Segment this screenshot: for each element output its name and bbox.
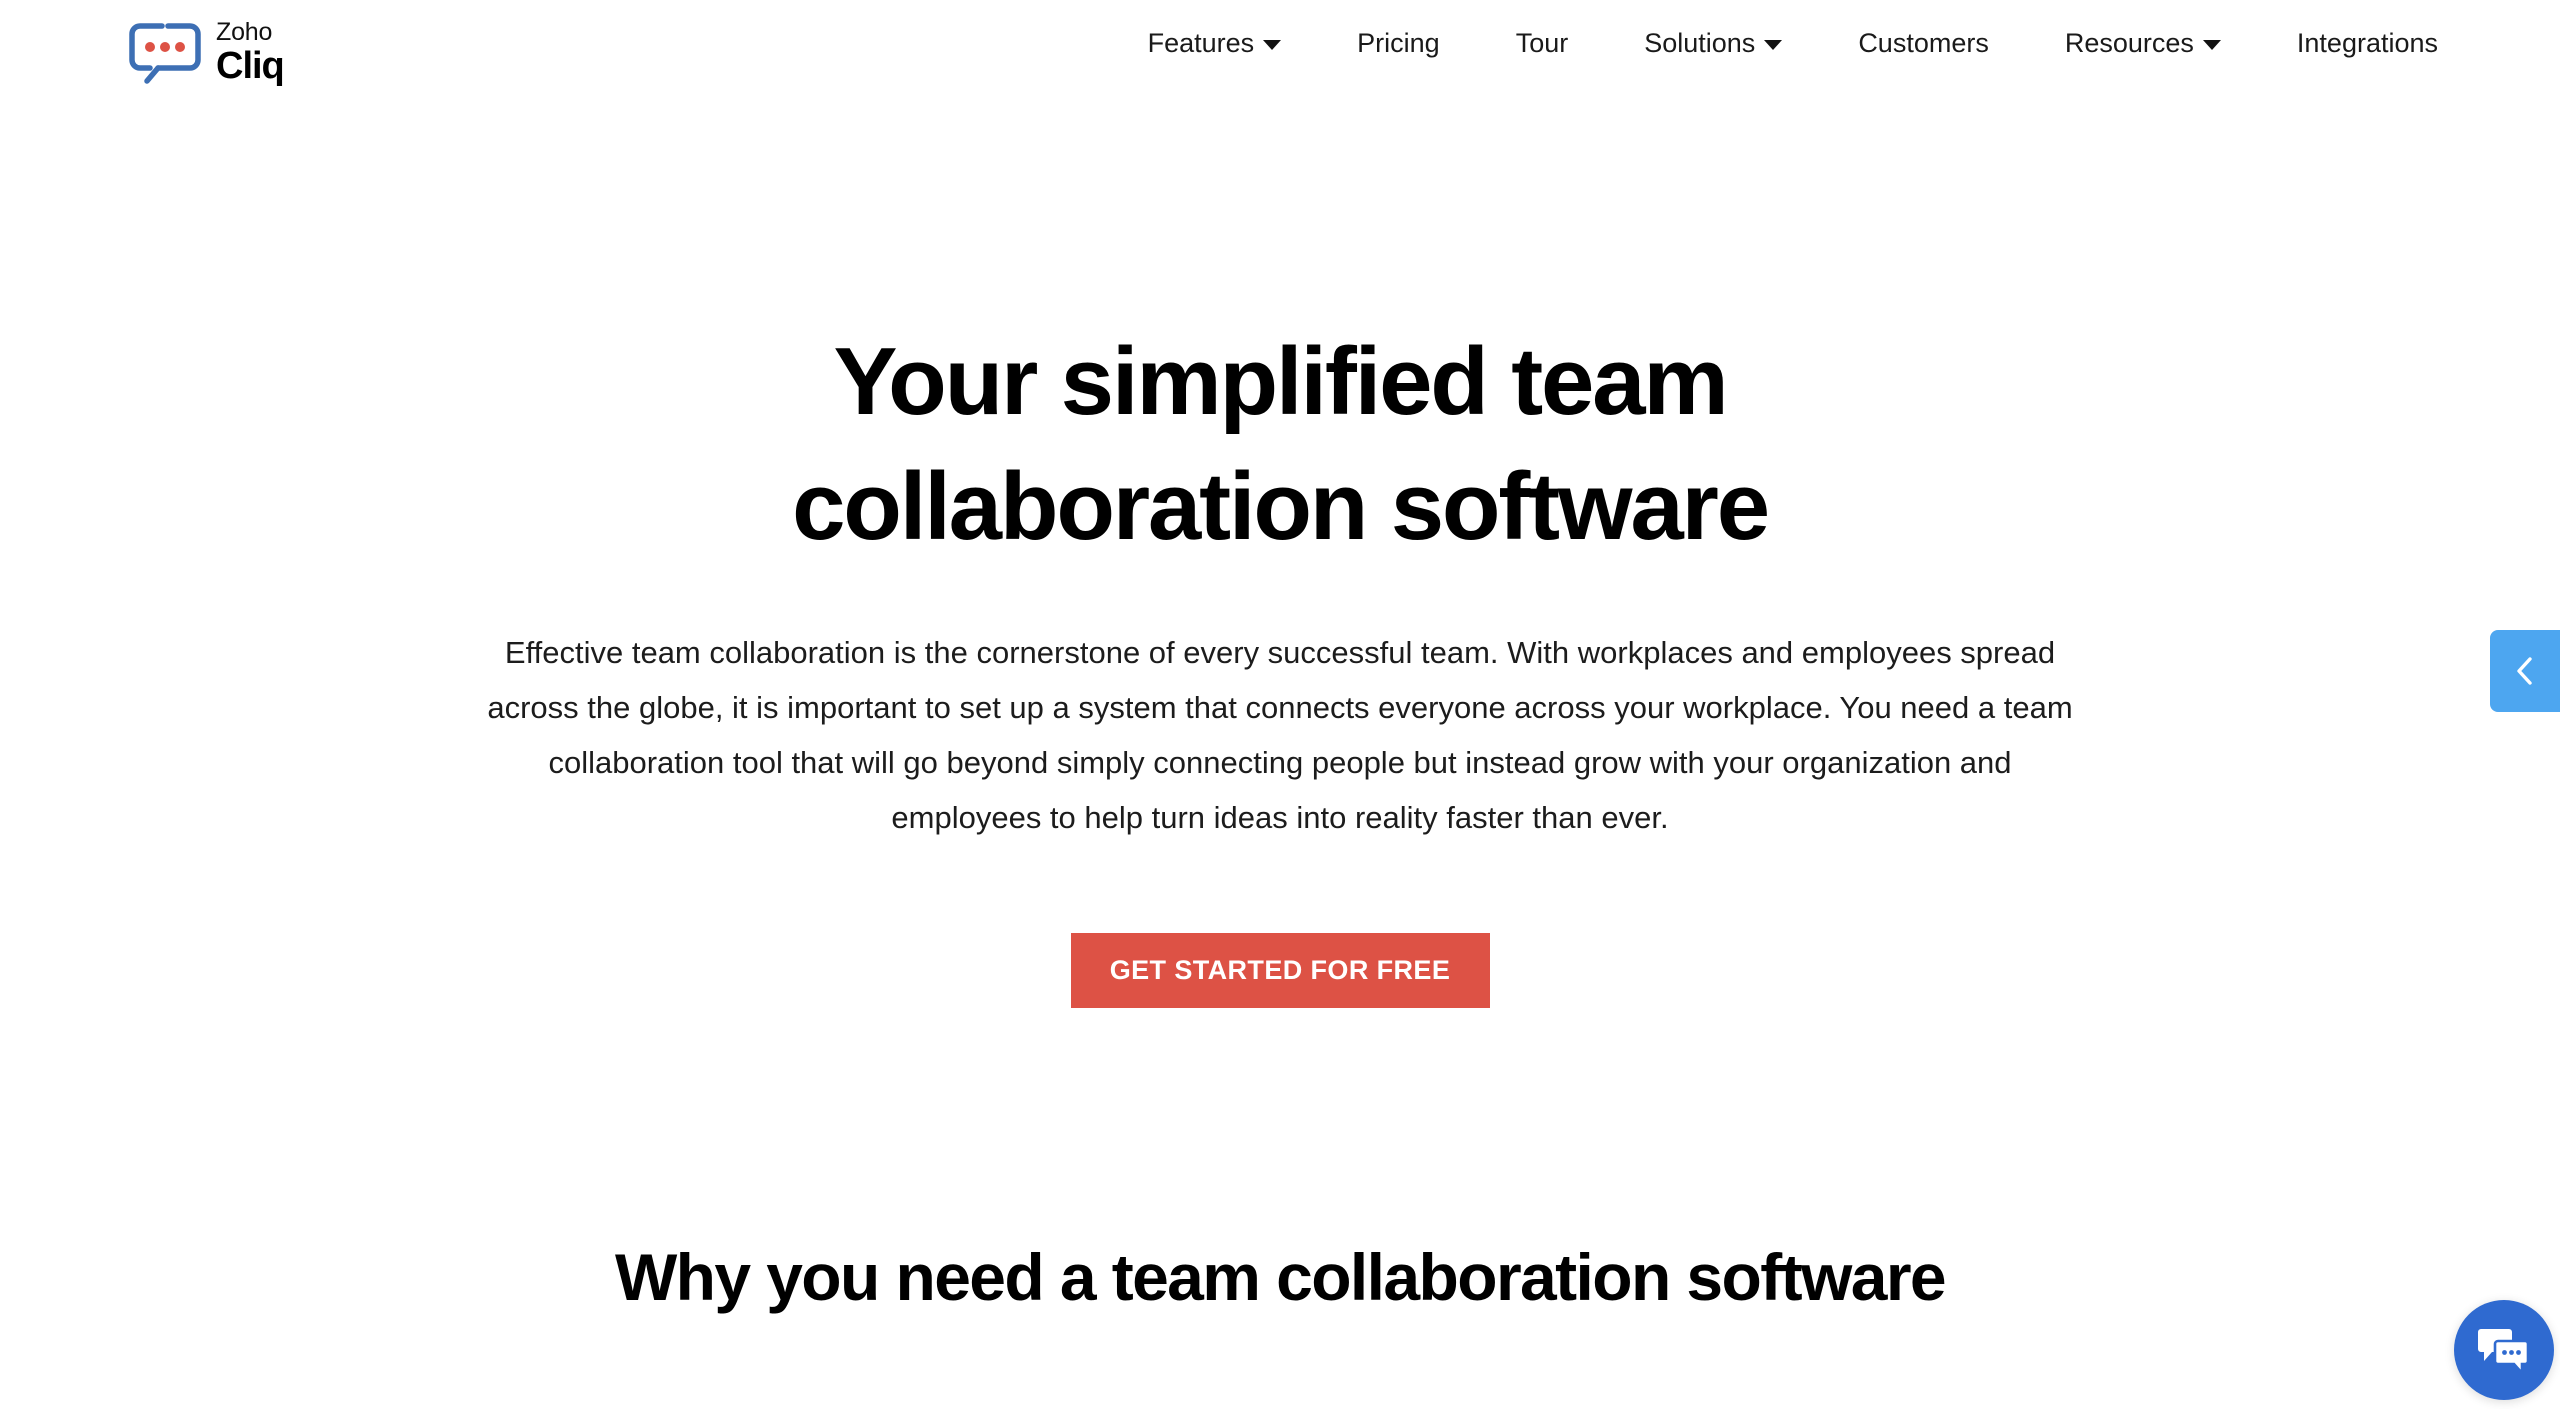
nav-item-features[interactable]: Features	[1110, 26, 1320, 60]
nav-item-integrations[interactable]: Integrations	[2259, 26, 2438, 60]
why-you-need-section: Why you need a team collaboration softwa…	[0, 1236, 2560, 1319]
brand-wordmark: Zoho Cliq	[216, 18, 285, 87]
brand-name-zoho: Zoho	[216, 18, 273, 46]
chevron-down-icon	[2202, 40, 2221, 50]
chat-widget-button[interactable]	[2454, 1300, 2554, 1400]
side-panel-toggle-tab[interactable]	[2490, 630, 2560, 712]
site-header: Zoho Cliq Features Pricing Tour Solution…	[0, 0, 2560, 100]
page-title: Your simplified team collaboration softw…	[792, 328, 1770, 560]
cta-container: GET STARTED FOR FREE	[0, 933, 2560, 1009]
chevron-down-icon	[1764, 40, 1783, 50]
nav-item-label: Integrations	[2296, 28, 2438, 58]
chat-bubble-logo-icon	[128, 22, 202, 84]
nav-item-tour[interactable]: Tour	[1478, 26, 1607, 60]
nav-item-label: Features	[1147, 28, 1255, 58]
nav-item-pricing[interactable]: Pricing	[1319, 26, 1478, 60]
nav-item-customers[interactable]: Customers	[1820, 26, 2027, 60]
chevron-down-icon	[1263, 40, 1282, 50]
page-root: Zoho Cliq Features Pricing Tour Solution…	[0, 0, 2560, 1409]
brand-name-cliq: Cliq	[216, 45, 285, 87]
brand-logo-link[interactable]: Zoho Cliq	[128, 18, 285, 87]
main-navigation: Features Pricing Tour Solutions Customer…	[1110, 26, 2438, 60]
chat-bubbles-icon	[2477, 1325, 2531, 1375]
nav-item-label: Resources	[2064, 28, 2194, 58]
nav-item-label: Tour	[1515, 28, 1569, 58]
nav-item-resources[interactable]: Resources	[2027, 26, 2259, 60]
chevron-left-icon	[2512, 654, 2538, 688]
get-started-for-free-button[interactable]: GET STARTED FOR FREE	[1070, 933, 1490, 1009]
nav-item-solutions[interactable]: Solutions	[1606, 26, 1820, 60]
section-heading: Why you need a team collaboration softwa…	[614, 1240, 1947, 1314]
hero-description: Effective team collaboration is the corn…	[487, 634, 2073, 836]
nav-item-label: Solutions	[1644, 28, 1756, 58]
hero-section: Your simplified team collaboration softw…	[0, 100, 2560, 1009]
nav-item-label: Pricing	[1357, 28, 1440, 58]
nav-item-label: Customers	[1858, 28, 1989, 58]
